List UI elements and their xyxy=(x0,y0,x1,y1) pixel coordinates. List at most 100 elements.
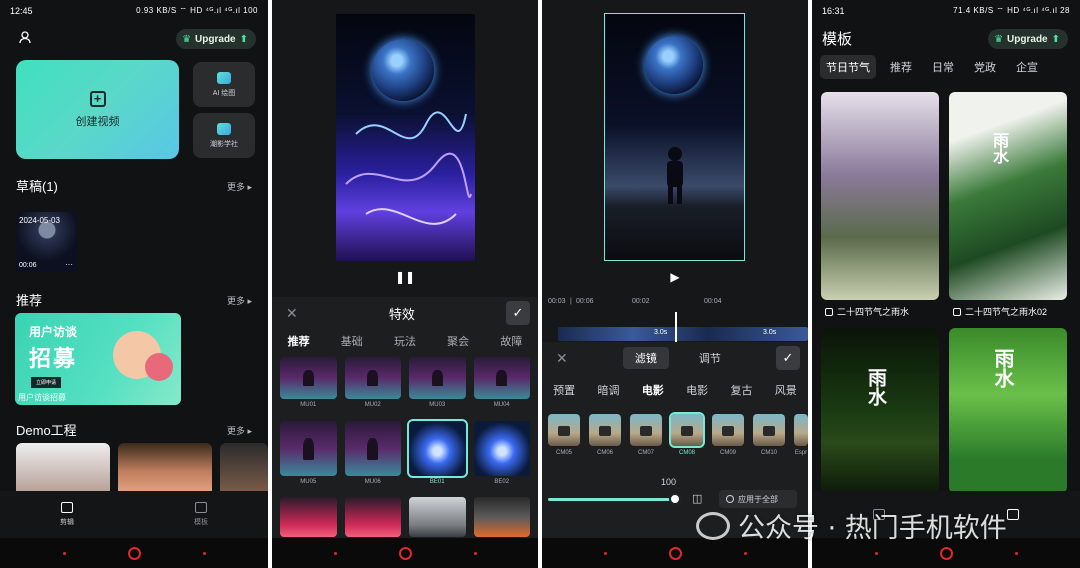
draft-menu-icon[interactable]: ··· xyxy=(65,260,73,269)
chip-daily[interactable]: 日常 xyxy=(926,55,960,79)
recommend-banner[interactable]: 用户访谈 招募 立即申请 用户访谈招募 xyxy=(15,313,181,405)
chip-festival[interactable]: 节日节气 xyxy=(820,55,876,79)
nav-home-icon[interactable] xyxy=(939,546,953,560)
category-dark[interactable]: 暗调 xyxy=(597,382,619,398)
filter-thumb xyxy=(630,414,662,446)
playhead[interactable] xyxy=(675,312,677,342)
effect-item[interactable] xyxy=(344,497,401,537)
check-icon: ✓ xyxy=(782,350,794,365)
filter-label: CM09 xyxy=(719,450,736,456)
category-landscape[interactable]: 风景 xyxy=(775,382,797,398)
photo-school-label: 潮影学社 xyxy=(210,140,238,148)
recommend-more-link[interactable]: 更多 ▸ xyxy=(227,294,252,307)
demo-project-2[interactable] xyxy=(118,443,212,491)
nav-menu-icon[interactable] xyxy=(603,551,607,555)
upgrade-button[interactable]: ♛ Upgrade ⬆ xyxy=(988,29,1068,49)
nav-back-icon[interactable] xyxy=(743,551,747,555)
demo-project-1[interactable] xyxy=(16,443,110,491)
effect-item[interactable]: MU05 xyxy=(280,421,337,485)
filter-item-selected[interactable]: CM08 xyxy=(669,412,705,456)
tab-party[interactable]: 聚会 xyxy=(447,333,469,349)
effect-item[interactable] xyxy=(280,497,337,537)
template-card-2[interactable]: 雨水 xyxy=(949,92,1067,300)
effect-item[interactable] xyxy=(473,497,530,537)
effect-item[interactable]: MU03 xyxy=(409,357,466,408)
category-preset[interactable]: 预置 xyxy=(553,382,575,398)
tab-template[interactable] xyxy=(1007,509,1019,520)
effect-item[interactable]: MU06 xyxy=(344,421,401,485)
astronaut-figure xyxy=(667,147,683,204)
photo-school-button[interactable]: 潮影学社 xyxy=(193,113,255,158)
caption-text: 二十四节气之雨水 xyxy=(837,307,910,317)
filter-item[interactable]: CM07 xyxy=(630,414,662,456)
video-preview[interactable] xyxy=(604,13,745,261)
effect-item[interactable]: MU04 xyxy=(473,357,530,408)
tick-label: 00:04 xyxy=(704,298,722,305)
intensity-slider-knob[interactable] xyxy=(669,493,681,505)
nav-home-icon[interactable] xyxy=(668,546,682,560)
confirm-button[interactable]: ✓ xyxy=(506,301,530,325)
template-card-4[interactable]: 雨水 xyxy=(949,328,1067,493)
nav-home-icon[interactable] xyxy=(398,546,412,560)
chip-corporate[interactable]: 企宣 xyxy=(1010,55,1044,79)
category-retro[interactable]: 复古 xyxy=(730,382,752,398)
tab-filter[interactable]: 滤镜 xyxy=(622,347,669,369)
intensity-slider-fill[interactable] xyxy=(548,498,676,501)
nav-back-icon[interactable] xyxy=(473,551,477,555)
compare-icon[interactable]: ◫ xyxy=(692,492,702,505)
effect-item-selected[interactable]: BE01 xyxy=(407,419,468,485)
effect-item[interactable] xyxy=(409,497,466,537)
tab-basic[interactable]: 基础 xyxy=(341,333,363,349)
category-film[interactable]: 电影 xyxy=(642,382,664,398)
filter-item[interactable]: CM09 xyxy=(712,414,744,456)
effect-item[interactable]: BE02 xyxy=(473,421,530,485)
video-preview[interactable] xyxy=(336,14,475,261)
nav-back-icon[interactable] xyxy=(1014,551,1018,555)
nav-back-icon[interactable] xyxy=(202,551,206,555)
template-card-3[interactable]: 雨水 xyxy=(821,328,939,493)
nav-home-icon[interactable] xyxy=(127,546,141,560)
nav-menu-icon[interactable] xyxy=(333,551,337,555)
ai-draw-label: AI 绘图 xyxy=(212,89,236,97)
nav-menu-icon[interactable] xyxy=(62,551,66,555)
tab-template[interactable]: 模板 xyxy=(194,502,208,527)
effect-item[interactable]: MU02 xyxy=(344,357,401,408)
filter-item[interactable]: Espr xyxy=(794,414,808,456)
tab-recommend[interactable]: 推荐 xyxy=(288,333,310,349)
filter-mode-tabs: 滤镜 调节 xyxy=(622,347,721,369)
user-icon[interactable] xyxy=(18,30,32,44)
play-button[interactable]: ▶ xyxy=(542,270,808,284)
demo-more-link[interactable]: 更多 ▸ xyxy=(227,424,252,437)
tick-label: 00:02 xyxy=(632,298,650,305)
filter-item[interactable]: CM05 xyxy=(548,414,580,456)
filter-thumb xyxy=(794,414,808,446)
chip-party[interactable]: 党政 xyxy=(968,55,1002,79)
tab-adjust[interactable]: 调节 xyxy=(699,347,721,369)
ai-draw-button[interactable]: AI 绘图 xyxy=(193,62,255,107)
chip-recommend[interactable]: 推荐 xyxy=(884,55,918,79)
nav-menu-icon[interactable] xyxy=(874,551,878,555)
banner-apply-button[interactable]: 立即申请 xyxy=(31,377,62,388)
pause-button[interactable]: ❚❚ xyxy=(272,270,538,284)
timeline-track[interactable]: 3.0s 3.0s xyxy=(558,327,808,341)
drafts-more-link[interactable]: 更多 ▸ xyxy=(227,180,252,193)
crown-icon: ♛ xyxy=(994,33,1004,45)
effect-label: MU03 xyxy=(429,402,446,408)
demo-project-3[interactable] xyxy=(220,443,268,491)
tab-glitch[interactable]: 故障 xyxy=(500,333,522,349)
effect-item[interactable]: MU01 xyxy=(280,357,337,408)
close-icon[interactable]: ✕ xyxy=(286,305,298,322)
create-video-button[interactable]: + 创建视频 xyxy=(16,60,179,159)
tab-play[interactable]: 玩法 xyxy=(394,333,416,349)
filter-item[interactable]: CM06 xyxy=(589,414,621,456)
tab-edit[interactable]: 剪辑 xyxy=(60,502,74,527)
upgrade-button[interactable]: ♛ Upgrade ⬆ xyxy=(176,29,256,49)
filter-item[interactable]: CM10 xyxy=(753,414,785,456)
confirm-button[interactable]: ✓ xyxy=(775,346,800,370)
effect-label: MU05 xyxy=(300,479,317,485)
template-card-1[interactable] xyxy=(821,92,939,300)
category-film-2[interactable]: 电影 xyxy=(686,382,708,398)
draft-item[interactable]: 2024-05-03 00:06 ··· xyxy=(16,212,78,272)
filter-thumb xyxy=(669,412,705,448)
close-icon[interactable]: ✕ xyxy=(556,350,568,367)
